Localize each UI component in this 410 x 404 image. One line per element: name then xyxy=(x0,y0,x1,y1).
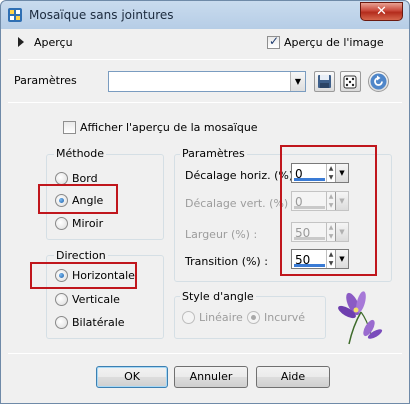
close-icon: ✕ xyxy=(376,4,387,19)
vertical-offset-label: Décalage vert. (%) : xyxy=(185,197,296,210)
highlight-box-direction xyxy=(30,262,137,289)
chevron-down-icon[interactable]: ▼ xyxy=(290,72,305,91)
method-option-label: Miroir xyxy=(72,217,104,230)
presets-label: Paramètres xyxy=(14,74,77,87)
direction-group-title: Direction xyxy=(54,249,108,262)
direction-option-label: Bilatérale xyxy=(72,316,125,329)
randomize-button[interactable] xyxy=(340,71,361,92)
corner-radio-lineaire[interactable] xyxy=(182,311,195,324)
save-icon xyxy=(318,75,331,88)
cancel-button[interactable]: Annuler xyxy=(174,366,248,388)
method-radio-miroir[interactable] xyxy=(55,217,68,230)
separator xyxy=(8,102,402,103)
direction-radio-verticale[interactable] xyxy=(55,293,68,306)
params-group-title: Paramètres xyxy=(180,147,247,160)
title-bar[interactable]: Mosaïque sans jointures ✕ xyxy=(1,1,409,29)
corner-option-label: Linéaire xyxy=(199,311,243,324)
width-label: Largeur (%) : xyxy=(185,228,258,241)
help-button[interactable]: Aide xyxy=(256,366,330,388)
direction-radio-bilaterale[interactable] xyxy=(55,316,68,329)
preview-toggle-label[interactable]: Aperçu xyxy=(34,36,73,49)
randomize-dice-icon xyxy=(343,75,357,89)
ok-button[interactable]: OK xyxy=(96,366,168,388)
reset-button[interactable] xyxy=(368,71,389,92)
mosaic-preview-label: Afficher l'aperçu de la mosaïque xyxy=(80,121,258,134)
transition-label: Transition (%) : xyxy=(185,255,268,268)
highlight-box-method xyxy=(38,184,118,214)
expand-triangle-icon[interactable] xyxy=(17,37,25,47)
app-icon xyxy=(8,8,22,22)
corner-option-label: Incurvé xyxy=(264,311,306,324)
flower-decoration-icon xyxy=(338,291,383,345)
highlight-box-params xyxy=(280,145,377,276)
dialog-client-area: Aperçu Aperçu de l'image Paramètres ▼ xyxy=(8,29,402,397)
image-preview-label: Aperçu de l'image xyxy=(284,36,384,49)
save-preset-button[interactable] xyxy=(314,71,335,92)
direction-option-label: Verticale xyxy=(72,293,120,306)
separator xyxy=(8,353,402,354)
dialog-window: Mosaïque sans jointures ✕ Aperçu Aperçu … xyxy=(0,0,410,404)
window-title: Mosaïque sans jointures xyxy=(29,8,174,22)
separator xyxy=(8,59,402,60)
reset-icon xyxy=(370,73,387,90)
corner-radio-incurve[interactable] xyxy=(247,311,260,324)
mosaic-preview-checkbox[interactable] xyxy=(63,121,76,134)
presets-combobox[interactable]: ▼ xyxy=(108,71,306,92)
image-preview-checkbox[interactable] xyxy=(267,34,280,49)
close-button[interactable]: ✕ xyxy=(360,2,403,21)
method-group-title: Méthode xyxy=(54,147,107,160)
corner-style-group-title: Style d'angle xyxy=(180,290,256,303)
